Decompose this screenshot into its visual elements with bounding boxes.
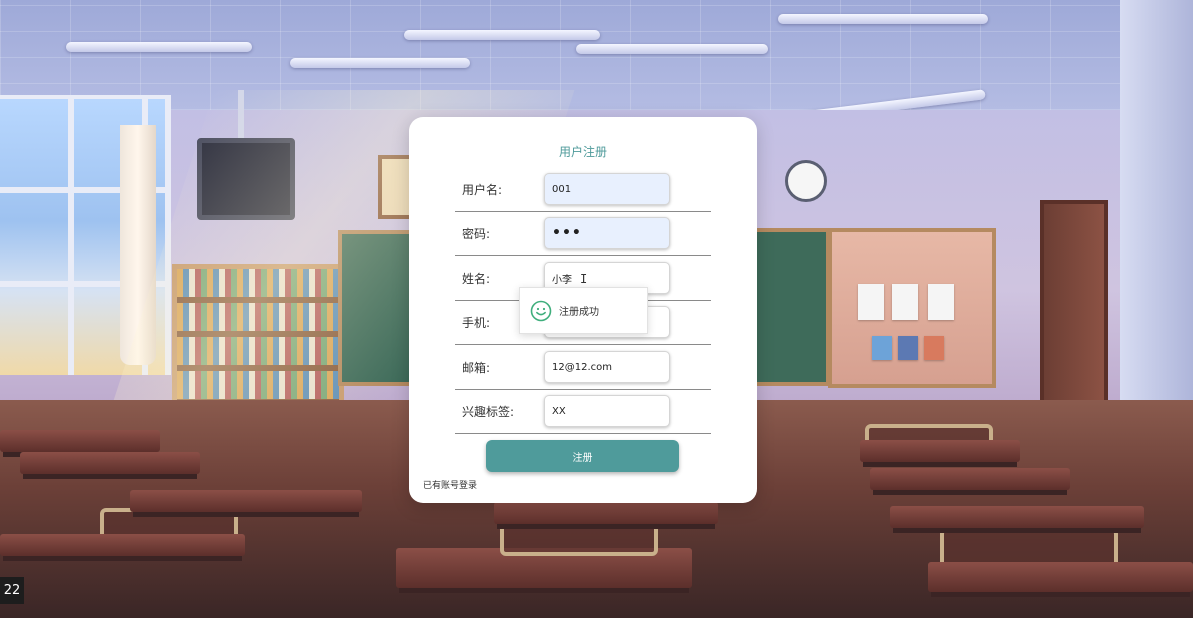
desk <box>928 562 1193 592</box>
notice-poster <box>898 336 918 360</box>
desk <box>0 534 245 556</box>
chalkboard-right <box>752 228 830 386</box>
text-cursor-icon: I <box>580 272 588 286</box>
page-title: 用户注册 <box>558 145 607 159</box>
notice-poster <box>928 284 954 320</box>
phone-label: 手机: <box>462 315 491 330</box>
form-row-email: 邮箱: 12@12.com <box>455 345 711 390</box>
username-label: 用户名: <box>462 182 503 197</box>
ceiling-lamp <box>66 42 252 52</box>
notice-poster <box>924 336 944 360</box>
ceiling-lamp <box>778 14 988 24</box>
corner-counter-badge: 22 <box>0 577 24 604</box>
notice-board <box>828 228 996 388</box>
desk <box>20 452 200 474</box>
email-input[interactable]: 12@12.com <box>544 351 670 383</box>
desk <box>890 506 1144 528</box>
interest-tags-input[interactable]: XX <box>544 395 670 427</box>
ceiling <box>0 0 1193 110</box>
desk <box>130 490 362 512</box>
ceiling-lamp <box>290 58 470 68</box>
ceiling-lamp <box>404 30 600 40</box>
form-row-interest-tags: 兴趣标签: XX <box>455 389 711 434</box>
name-label: 姓名: <box>462 271 491 286</box>
desk <box>0 430 160 452</box>
login-link[interactable]: 已有账号登录 <box>423 478 477 491</box>
notice-poster <box>872 336 892 360</box>
ceiling-lamp <box>576 44 768 54</box>
success-toast: 注册成功 <box>519 287 648 334</box>
toast-message: 注册成功 <box>559 307 599 318</box>
smile-icon <box>530 300 552 321</box>
password-label: 密码: <box>462 226 491 241</box>
username-input[interactable]: 001 <box>544 173 670 205</box>
desk <box>494 502 718 524</box>
wall-clock <box>785 160 827 202</box>
email-label: 邮箱: <box>462 360 491 375</box>
interest-tags-label: 兴趣标签: <box>462 404 515 419</box>
password-input[interactable]: ••• <box>544 217 670 249</box>
notice-poster <box>858 284 884 320</box>
register-button[interactable]: 注册 <box>486 440 679 472</box>
form-row-username: 用户名: 001 <box>455 167 711 212</box>
notice-poster <box>892 284 918 320</box>
desk <box>860 440 1020 462</box>
desk <box>870 468 1070 490</box>
form-row-password: 密码: ••• <box>455 211 711 256</box>
